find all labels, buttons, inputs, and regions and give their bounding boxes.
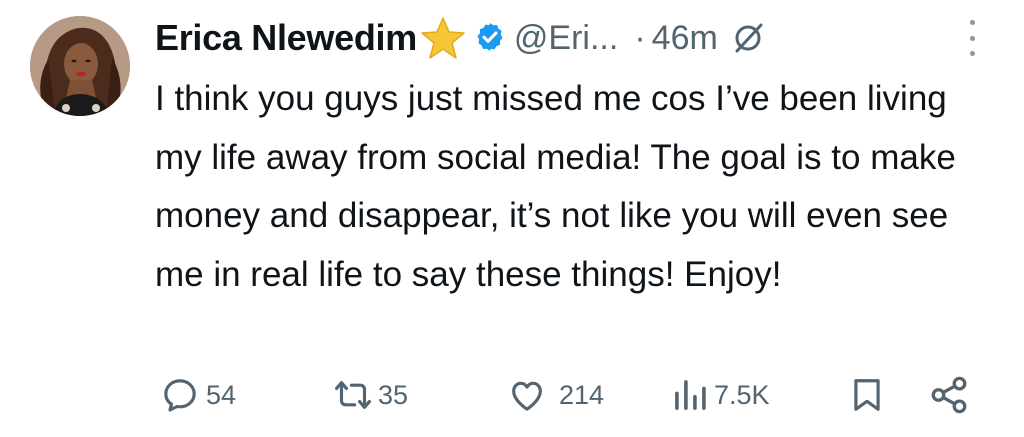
retweet-button[interactable]: 35 [330, 370, 408, 420]
reply-button[interactable]: 54 [160, 370, 236, 420]
star-emoji-icon [420, 16, 466, 65]
author-handle[interactable]: @Eri... [514, 19, 618, 58]
tweet-timestamp[interactable]: 46m [652, 19, 718, 58]
avatar[interactable] [30, 16, 130, 116]
avatar-photo [30, 16, 130, 116]
tweet-header: Erica Nlewedim @Eri... · 46m [155, 12, 766, 64]
views-icon [675, 380, 706, 410]
reply-icon [164, 379, 196, 412]
bookmark-button[interactable] [848, 370, 886, 420]
like-button[interactable]: 214 [507, 370, 604, 420]
retweet-icon [335, 381, 371, 409]
like-icon [512, 381, 542, 411]
header-separator: · [634, 18, 646, 57]
reply-count: 54 [206, 379, 237, 410]
retweet-count: 35 [378, 379, 409, 410]
like-count: 214 [559, 379, 605, 410]
views-count: 7.5K [714, 379, 770, 410]
share-button[interactable] [928, 370, 970, 420]
action-bar: 54 35 214 7.5K [0, 370, 1024, 420]
share-icon [931, 376, 967, 414]
views-button[interactable]: 7.5K [672, 370, 770, 420]
muted-notifications-icon [732, 21, 766, 60]
tweet[interactable]: Erica Nlewedim @Eri... · 46m I think you… [0, 0, 1024, 437]
verified-badge-icon[interactable] [474, 21, 506, 58]
bookmark-icon [854, 379, 880, 411]
more-options-icon[interactable] [962, 20, 982, 56]
author-name[interactable]: Erica Nlewedim [155, 17, 417, 59]
tweet-text: I think you guys just missed me cos I’ve… [155, 79, 956, 294]
